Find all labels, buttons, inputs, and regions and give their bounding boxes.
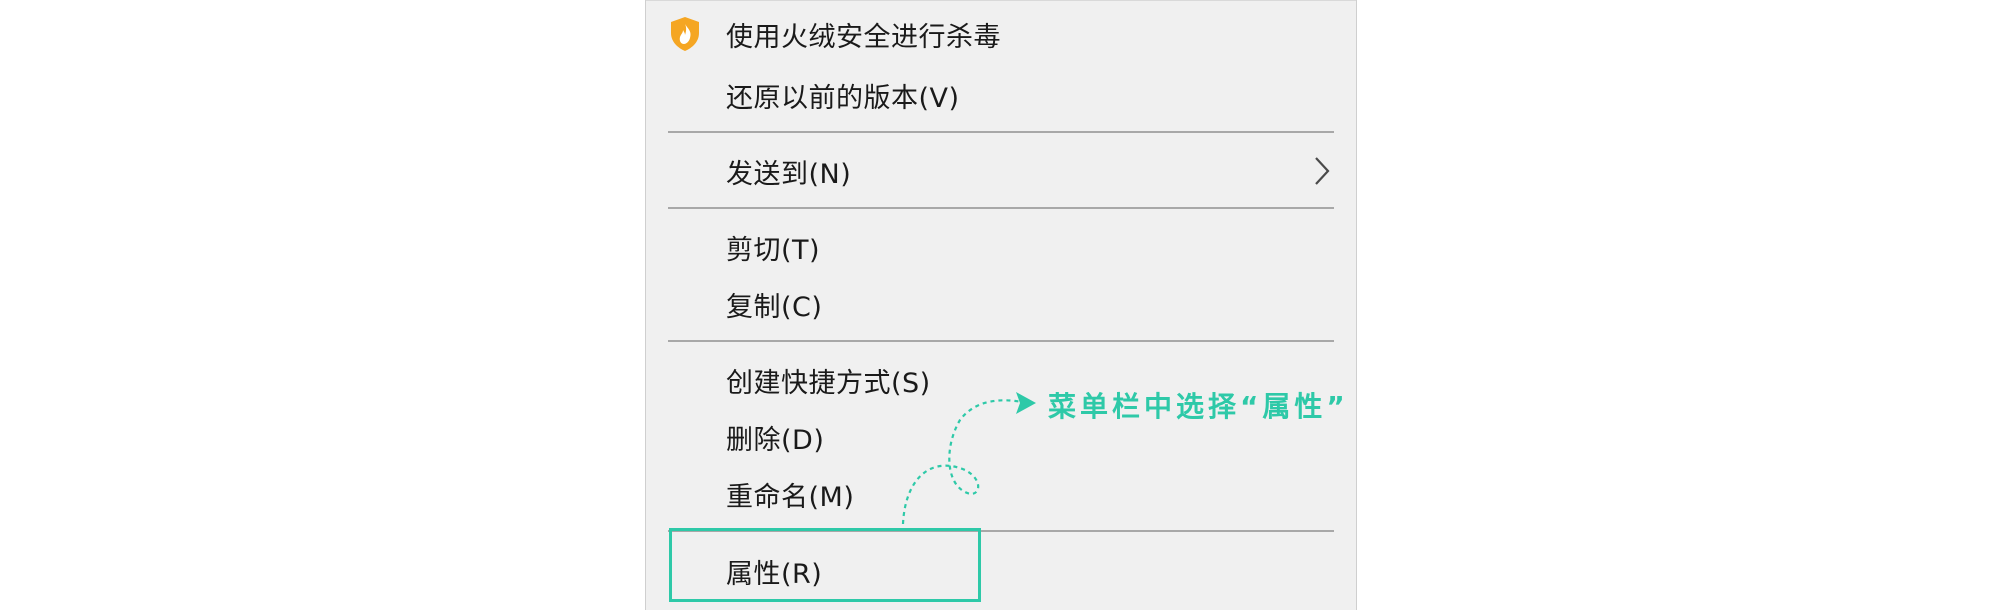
menu-item-copy[interactable]: 复制(C): [646, 278, 1356, 330]
menu-item-label: 创建快捷方式(S): [726, 367, 931, 399]
menu-item-restore-previous-versions[interactable]: 还原以前的版本(V): [646, 69, 1356, 121]
menu-item-label: 发送到(N): [726, 158, 852, 190]
screenshot-stage: 使用火绒安全进行杀毒 还原以前的版本(V) 发送到(N) 剪切(T) 复制(C): [0, 0, 2000, 610]
menu-item-label: 还原以前的版本(V): [726, 82, 960, 114]
context-menu: 使用火绒安全进行杀毒 还原以前的版本(V) 发送到(N) 剪切(T) 复制(C): [645, 0, 1357, 610]
menu-item-label: 复制(C): [726, 291, 823, 323]
menu-item-label: 删除(D): [726, 424, 825, 456]
menu-separator: [668, 207, 1334, 209]
menu-item-label: 剪切(T): [726, 234, 821, 266]
chevron-right-icon: [1310, 153, 1334, 189]
annotation-label: 菜单栏中选择“属性”: [1048, 390, 1349, 423]
menu-item-huorong-scan[interactable]: 使用火绒安全进行杀毒: [646, 8, 1356, 60]
menu-item-label: 使用火绒安全进行杀毒: [726, 21, 1001, 53]
menu-item-label: 重命名(M): [726, 481, 855, 513]
properties-highlight-box: [669, 528, 981, 602]
huorong-shield-icon: [666, 14, 704, 54]
menu-separator: [668, 131, 1334, 133]
menu-item-send-to[interactable]: 发送到(N): [646, 145, 1356, 197]
menu-top-border: [646, 0, 1356, 1]
menu-item-cut[interactable]: 剪切(T): [646, 221, 1356, 273]
menu-separator: [668, 340, 1334, 342]
menu-item-rename[interactable]: 重命名(M): [646, 468, 1356, 520]
